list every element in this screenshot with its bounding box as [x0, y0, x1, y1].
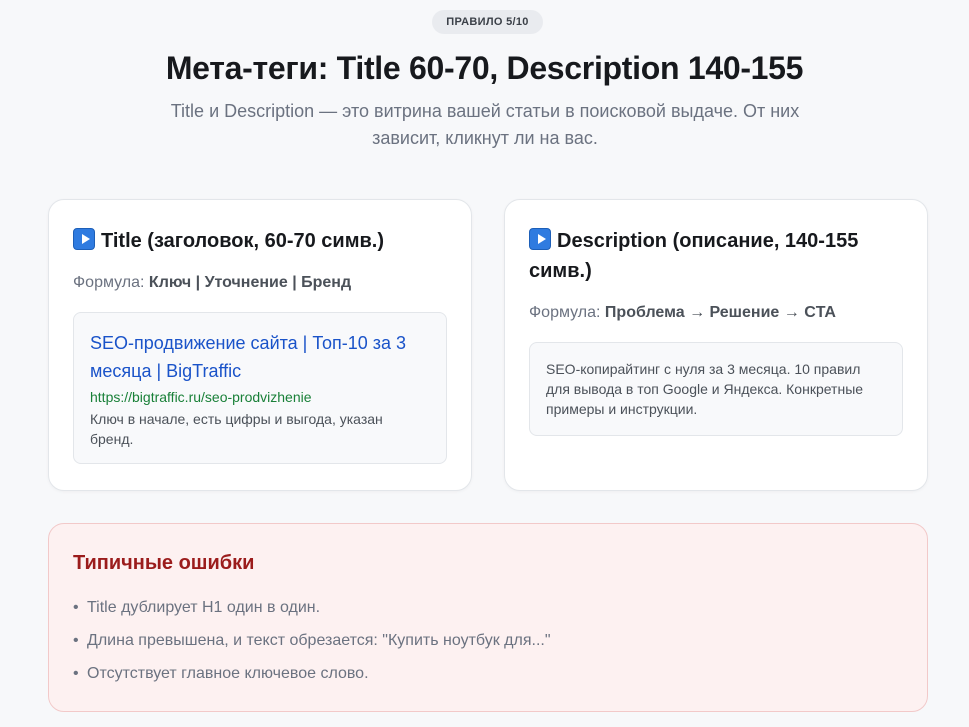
title-card-heading-text: Title (заголовок, 60-70 симв.)	[101, 230, 385, 252]
description-card-heading: Description (описание, 140-155 симв.)	[529, 226, 889, 286]
page-title: Мета-теги: Title 60-70, Description 140-…	[165, 50, 804, 86]
description-formula-label: Формула:	[529, 304, 601, 321]
rule-badge: ПРАВИЛО 5/10	[432, 10, 543, 34]
mistake-text: Title дублирует H1 один в один.	[87, 599, 321, 616]
title-card-heading: Title (заголовок, 60-70 симв.)	[73, 226, 433, 256]
list-item: • Длина превышена, и текст обрезается: "К…	[73, 629, 551, 653]
bullet-icon: •	[73, 665, 79, 682]
description-card-heading-text: Description (описание, 140-155 симв.)	[529, 230, 859, 282]
title-formula: Формула: Ключ | Уточнение | Бренд	[73, 274, 351, 292]
description-formula: Формула: Проблема → Решение → CTA	[529, 304, 836, 322]
mistake-text: Длина превышена, и текст обрезается: "Ку…	[87, 632, 551, 649]
bullet-icon: •	[73, 599, 79, 616]
description-formula-value: Проблема → Решение → CTA	[604, 304, 836, 321]
list-item: • Title дублирует H1 один в один.	[73, 596, 551, 620]
title-formula-label: Формула:	[73, 274, 145, 291]
serp-url: https://bigtraffic.ru/seo-prodvizhenie	[90, 389, 312, 405]
common-mistakes-title: Типичные ошибки	[73, 552, 255, 574]
common-mistakes-panel: Типичные ошибки • Title дублирует H1 один…	[48, 523, 928, 712]
description-card: Description (описание, 140-155 симв.) Фо…	[504, 199, 928, 491]
serp-snippet-example: SEO-продвижение сайта | Топ-10 за 3 меся…	[73, 312, 447, 464]
mistakes-list: • Title дублирует H1 один в один. • Длина …	[73, 596, 551, 695]
play-icon	[529, 228, 551, 250]
serp-note: Ключ в начале, есть цифры и выгода, указ…	[90, 411, 383, 447]
description-example: SEO-копирайтинг с нуля за 3 месяца. 10 п…	[529, 342, 903, 436]
title-formula-value: Ключ | Уточнение | Бренд	[148, 274, 352, 291]
page-subtitle: Title и Description — это витрина вашей …	[170, 101, 800, 148]
bullet-icon: •	[73, 632, 79, 649]
play-icon	[73, 228, 95, 250]
title-card: Title (заголовок, 60-70 симв.) Формула: …	[48, 199, 472, 491]
serp-title-link[interactable]: SEO-продвижение сайта | Топ-10 за 3 меся…	[90, 329, 430, 385]
list-item: • Отсутствует главное ключевое слово.	[73, 662, 551, 686]
mistake-text: Отсутствует главное ключевое слово.	[87, 665, 369, 682]
